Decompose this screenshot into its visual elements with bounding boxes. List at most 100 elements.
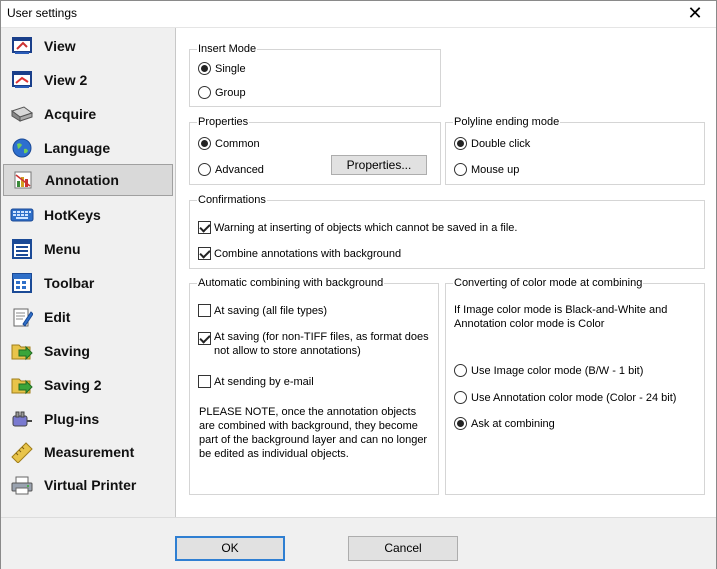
color-mode-description: If Image color mode is Black-and-White a… [454, 304, 668, 330]
insert-mode-group-radio[interactable]: Group [198, 86, 246, 99]
annotation-icon [10, 167, 36, 193]
radio-button[interactable] [198, 62, 211, 75]
ask-at-combining-radio[interactable]: Ask at combining [454, 417, 555, 430]
properties-group: Properties Common Advanced Properties... [189, 116, 441, 185]
sidebar-item-saving-2[interactable]: Saving 2 [3, 369, 173, 401]
sidebar-item-label: Annotation [45, 172, 119, 188]
insert-mode-title: Insert Mode [197, 43, 258, 55]
sidebar-item-toolbar[interactable]: Toolbar [3, 267, 173, 299]
insert-mode-single-radio[interactable]: Single [198, 62, 246, 75]
radio-button[interactable] [454, 391, 467, 404]
globe-icon [9, 135, 35, 161]
sidebar-item-label: View 2 [44, 72, 88, 88]
radio-label: Common [215, 137, 260, 150]
use-image-color-mode-radio[interactable]: Use Image color mode (B/W - 1 bit) [454, 364, 643, 377]
sidebar-item-label: Menu [44, 241, 81, 257]
properties-button[interactable]: Properties... [331, 155, 427, 175]
sidebar-item-label: Saving 2 [44, 377, 102, 393]
title-bar: User settings ✕ [1, 1, 716, 27]
sidebar-item-plug-ins[interactable]: Plug-ins [3, 403, 173, 435]
sidebar-item-view[interactable]: View [3, 30, 173, 62]
sidebar-item-edit[interactable]: Edit [3, 301, 173, 333]
checkbox-label: At saving (for non-TIFF files, as format… [214, 331, 429, 357]
view-icon [9, 33, 35, 59]
sidebar-item-label: Toolbar [44, 275, 95, 291]
radio-label: Use Annotation color mode (Color - 24 bi… [471, 391, 677, 404]
properties-common-radio[interactable]: Common [198, 137, 260, 150]
radio-button[interactable] [454, 364, 467, 377]
close-icon[interactable]: ✕ [678, 2, 712, 26]
radio-button[interactable] [198, 86, 211, 99]
plugin-icon [9, 406, 35, 432]
auto-combining-group: Automatic combining with background At s… [189, 277, 439, 495]
settings-sidebar: View View 2 Acquire Language Annotation [1, 28, 174, 517]
at-saving-non-tiff-checkbox[interactable]: At saving (for non-TIFF files, as format… [198, 330, 432, 358]
sidebar-item-label: Measurement [44, 444, 135, 460]
sidebar-item-virtual-printer[interactable]: Virtual Printer [3, 469, 173, 501]
checkbox[interactable] [198, 304, 211, 317]
sidebar-item-label: Edit [44, 309, 71, 325]
edit-icon [9, 304, 35, 330]
radio-button[interactable] [454, 163, 467, 176]
warning-inserting-checkbox[interactable]: Warning at inserting of objects which ca… [198, 221, 517, 234]
sidebar-item-label: Acquire [44, 106, 97, 122]
sidebar-item-acquire[interactable]: Acquire [3, 98, 173, 130]
window-title: User settings [7, 6, 78, 20]
toolbar-icon [9, 270, 35, 296]
sidebar-item-measurement[interactable]: Measurement [3, 436, 173, 468]
checkbox-label: At saving (all file types) [214, 304, 328, 317]
sidebar-item-menu[interactable]: Menu [3, 233, 173, 265]
dialog-footer: OK Cancel [1, 517, 716, 569]
radio-label: Double click [471, 137, 531, 150]
sidebar-item-saving[interactable]: Saving [3, 335, 173, 367]
confirmations-title: Confirmations [197, 194, 267, 206]
annotation-settings-panel: Insert Mode Single Group Properties Comm… [175, 28, 716, 517]
sidebar-item-label: Plug-ins [44, 411, 100, 427]
checkbox-label: Combine annotations with background [214, 247, 402, 260]
sidebar-item-annotation[interactable]: Annotation [3, 164, 173, 196]
saving-icon [9, 338, 35, 364]
radio-label: Mouse up [471, 163, 520, 176]
color-mode-group: Converting of color mode at combining If… [445, 277, 705, 495]
checkbox[interactable] [198, 221, 211, 234]
scanner-icon [9, 101, 35, 127]
checkbox[interactable] [198, 332, 211, 345]
use-annotation-color-mode-radio[interactable]: Use Annotation color mode (Color - 24 bi… [454, 391, 676, 404]
radio-label: Use Image color mode (B/W - 1 bit) [471, 364, 644, 377]
polyline-double-click-radio[interactable]: Double click [454, 137, 530, 150]
combine-annotations-checkbox[interactable]: Combine annotations with background [198, 247, 401, 260]
radio-button[interactable] [454, 137, 467, 150]
ruler-icon [9, 439, 35, 465]
sidebar-item-hotkeys[interactable]: HotKeys [3, 199, 173, 231]
ok-button[interactable]: OK [175, 536, 285, 561]
at-saving-all-checkbox[interactable]: At saving (all file types) [198, 304, 327, 317]
user-settings-dialog: User settings ✕ View View 2 Acquire Lang… [0, 0, 717, 569]
color-mode-title: Converting of color mode at combining [453, 277, 644, 289]
checkbox-label: Warning at inserting of objects which ca… [214, 221, 518, 234]
cancel-button[interactable]: Cancel [348, 536, 458, 561]
combine-note: PLEASE NOTE, once the annotation objects… [199, 406, 428, 460]
menu-icon [9, 236, 35, 262]
at-sending-email-checkbox[interactable]: At sending by e-mail [198, 375, 314, 388]
polyline-mouse-up-radio[interactable]: Mouse up [454, 163, 519, 176]
confirmations-group: Confirmations Warning at inserting of ob… [189, 194, 705, 269]
radio-label: Ask at combining [471, 417, 555, 430]
sidebar-item-label: View [44, 38, 76, 54]
auto-combining-title: Automatic combining with background [197, 277, 385, 289]
polyline-title: Polyline ending mode [453, 116, 561, 128]
insert-mode-group: Insert Mode Single Group [189, 43, 441, 107]
properties-advanced-radio[interactable]: Advanced [198, 163, 264, 176]
sidebar-item-view-2[interactable]: View 2 [3, 64, 173, 96]
radio-label: Single [215, 62, 246, 75]
checkbox[interactable] [198, 247, 211, 260]
sidebar-item-label: HotKeys [44, 207, 101, 223]
radio-button[interactable] [454, 417, 467, 430]
checkbox[interactable] [198, 375, 211, 388]
radio-button[interactable] [198, 163, 211, 176]
radio-button[interactable] [198, 137, 211, 150]
radio-label: Group [215, 86, 246, 99]
radio-label: Advanced [215, 163, 264, 176]
checkbox-label: At sending by e-mail [214, 375, 314, 388]
sidebar-item-language[interactable]: Language [3, 132, 173, 164]
polyline-ending-group: Polyline ending mode Double click Mouse … [445, 116, 705, 185]
